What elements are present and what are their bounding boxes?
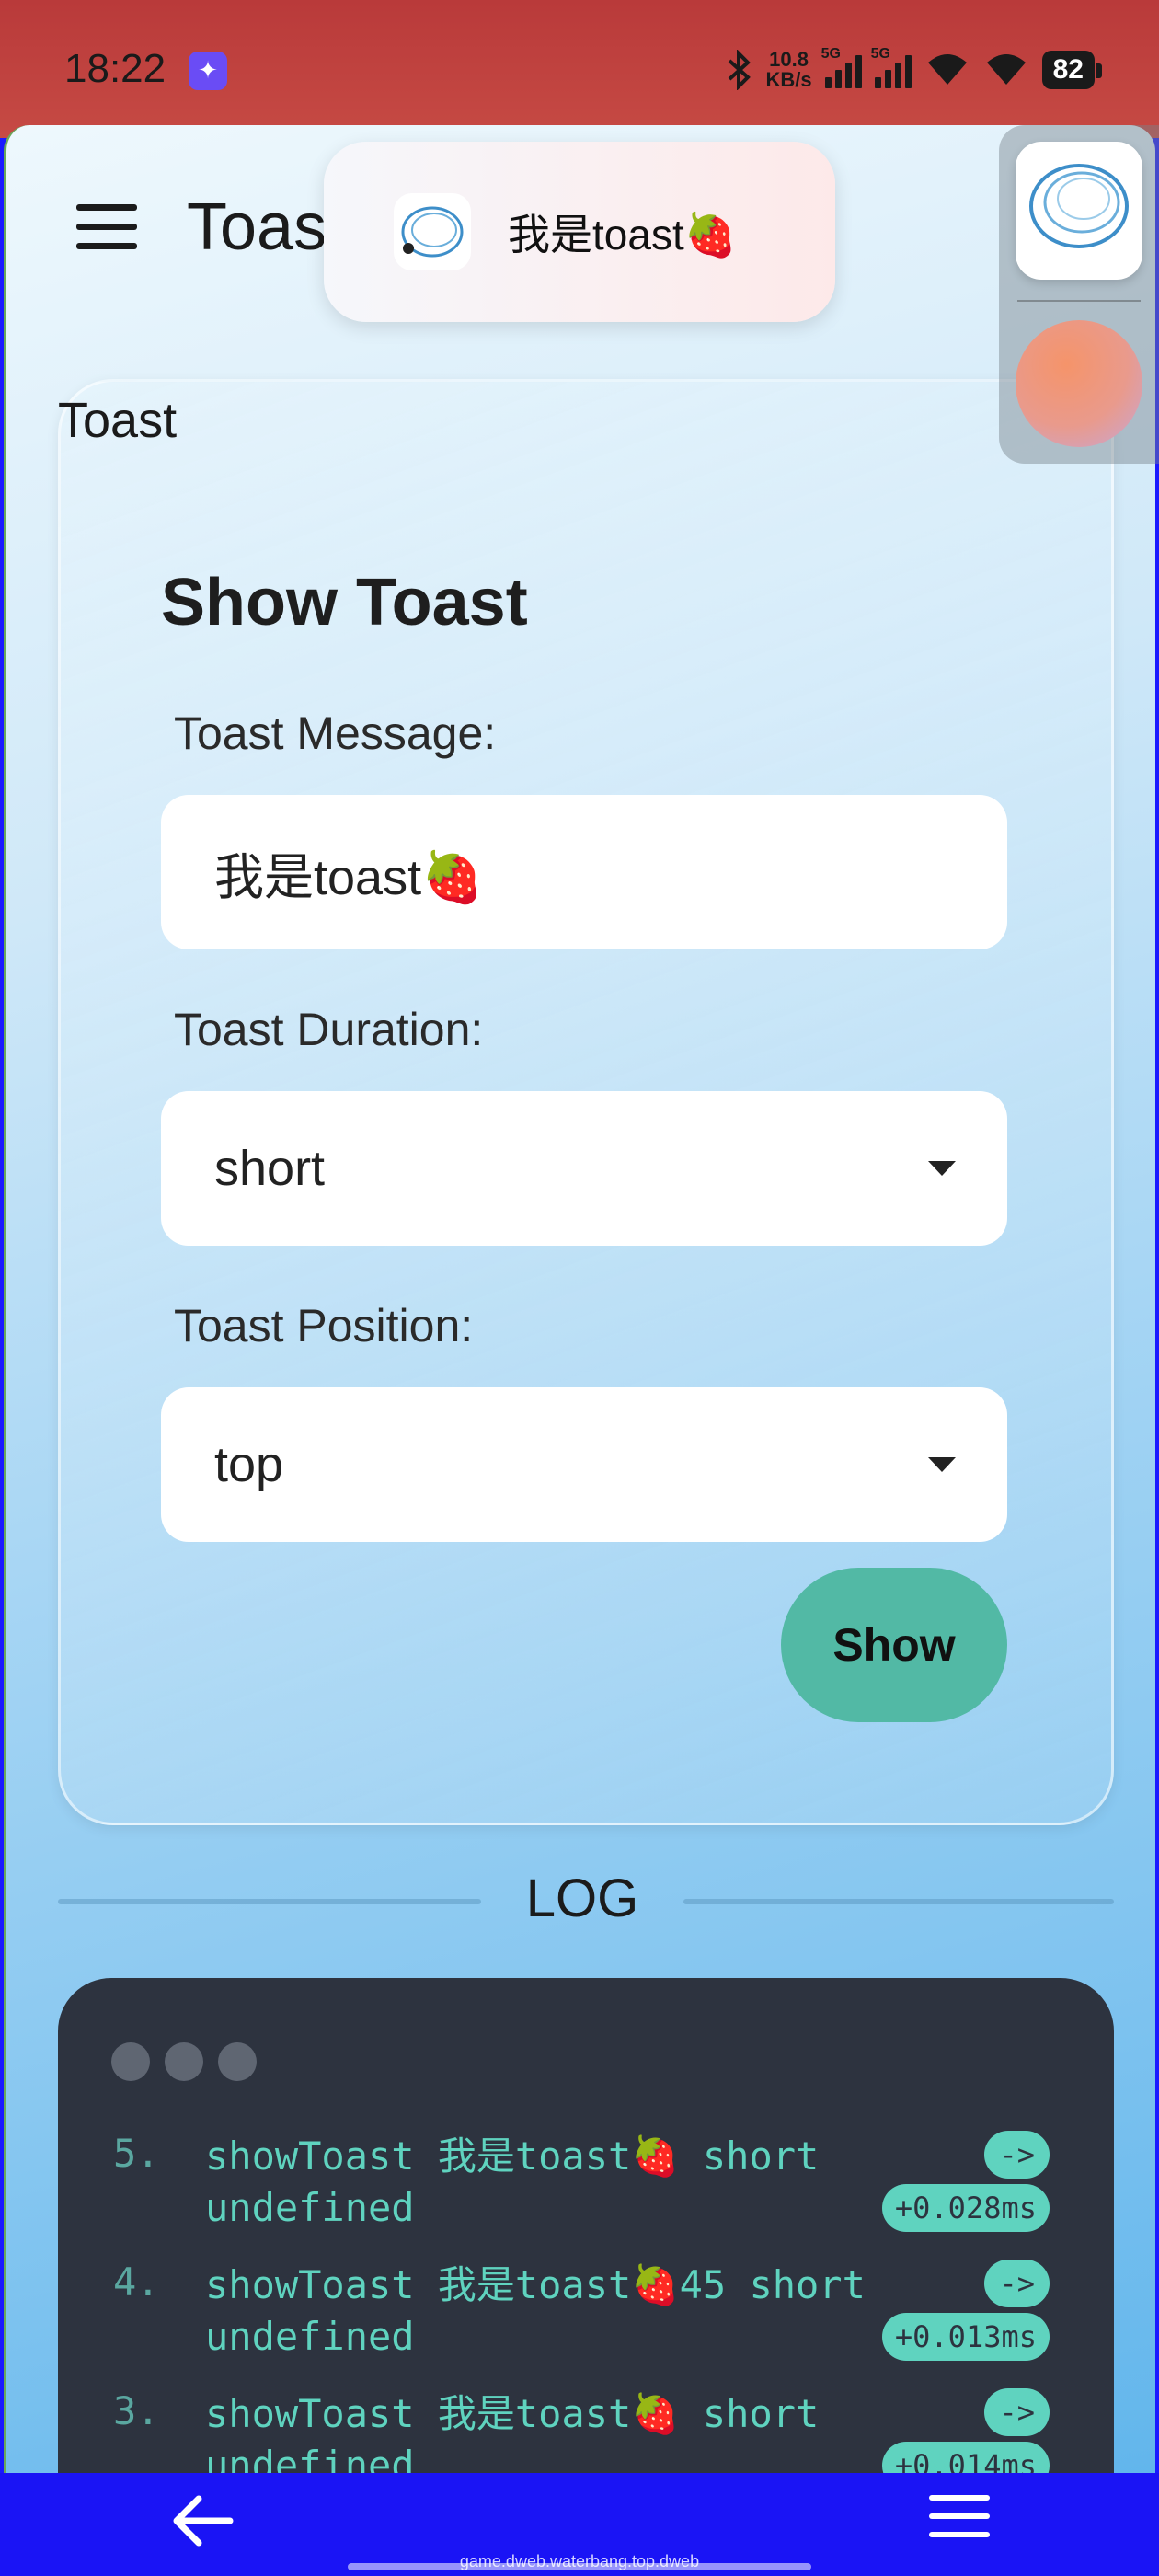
card-label: Toast xyxy=(58,393,178,448)
app-notification-icon: ✦ xyxy=(189,52,227,90)
duration-value: short xyxy=(214,1141,326,1196)
position-value: top xyxy=(214,1437,284,1492)
status-time: 18:22 xyxy=(64,46,166,91)
duration-select[interactable]: short xyxy=(161,1091,1007,1246)
panel-divider xyxy=(1017,300,1141,302)
log-divider-right xyxy=(683,1899,1114,1904)
log-entry: 5. showToast 我是toast🍓 short undefined ->… xyxy=(58,2131,1114,2250)
bluetooth-icon xyxy=(728,50,751,90)
wifi-icon xyxy=(927,54,967,85)
position-label: Toast Position: xyxy=(174,1300,474,1351)
position-select[interactable]: top xyxy=(161,1387,1007,1542)
menu-icon[interactable] xyxy=(929,2495,990,2543)
net-speed: 10.8 KB/s xyxy=(765,48,812,91)
log-entry: 3. showToast 我是toast🍓 short undefined ->… xyxy=(58,2388,1114,2473)
signal-icon-2: 5G xyxy=(871,46,912,88)
log-time-badge: +0.014ms xyxy=(881,2442,1050,2473)
wifi-icon-2 xyxy=(986,54,1026,85)
signal-icon: 5G xyxy=(821,46,862,88)
show-button[interactable]: Show xyxy=(781,1568,1007,1722)
card-heading: Show Toast xyxy=(161,566,528,639)
page-title: Toast xyxy=(187,190,346,264)
status-bar: 18:22 ✦ 10.8 KB/s 5G 5G 82 xyxy=(0,0,1159,138)
orb-icon[interactable] xyxy=(1016,320,1142,447)
bottom-nav: game.dweb.waterbang.top.dweb xyxy=(0,2473,1159,2576)
app-logo-icon[interactable] xyxy=(1016,142,1142,280)
hamburger-menu-icon[interactable] xyxy=(76,204,137,252)
log-panel: 5. showToast 我是toast🍓 short undefined ->… xyxy=(58,1978,1114,2473)
message-label: Toast Message: xyxy=(174,707,497,759)
chevron-down-icon xyxy=(928,1161,956,1176)
toast-popup: 我是toast🍓 xyxy=(324,142,835,322)
log-arrow-button[interactable]: -> xyxy=(984,2388,1050,2436)
chevron-down-icon xyxy=(928,1457,956,1472)
floating-panel[interactable] xyxy=(999,125,1159,464)
log-time-badge: +0.028ms xyxy=(881,2184,1050,2232)
home-indicator[interactable] xyxy=(348,2563,811,2570)
window-dots xyxy=(111,2042,257,2081)
log-arrow-button[interactable]: -> xyxy=(984,2131,1050,2179)
toast-message: 我是toast🍓 xyxy=(508,211,738,259)
status-icons: 10.8 KB/s 5G 5G 82 xyxy=(726,44,1103,96)
app-logo-icon xyxy=(394,193,471,270)
back-arrow-icon[interactable] xyxy=(166,2488,239,2554)
log-arrow-button[interactable]: -> xyxy=(984,2260,1050,2307)
app-window: Toast Toast Show Toast Toast Message: 我是… xyxy=(4,125,1155,2473)
duration-label: Toast Duration: xyxy=(174,1004,484,1055)
log-time-badge: +0.013ms xyxy=(881,2313,1050,2361)
message-input[interactable]: 我是toast🍓 xyxy=(161,795,1007,949)
battery-icon: 82 xyxy=(1041,51,1103,89)
log-entry: 4. showToast 我是toast🍓45 short undefined … xyxy=(58,2260,1114,2379)
